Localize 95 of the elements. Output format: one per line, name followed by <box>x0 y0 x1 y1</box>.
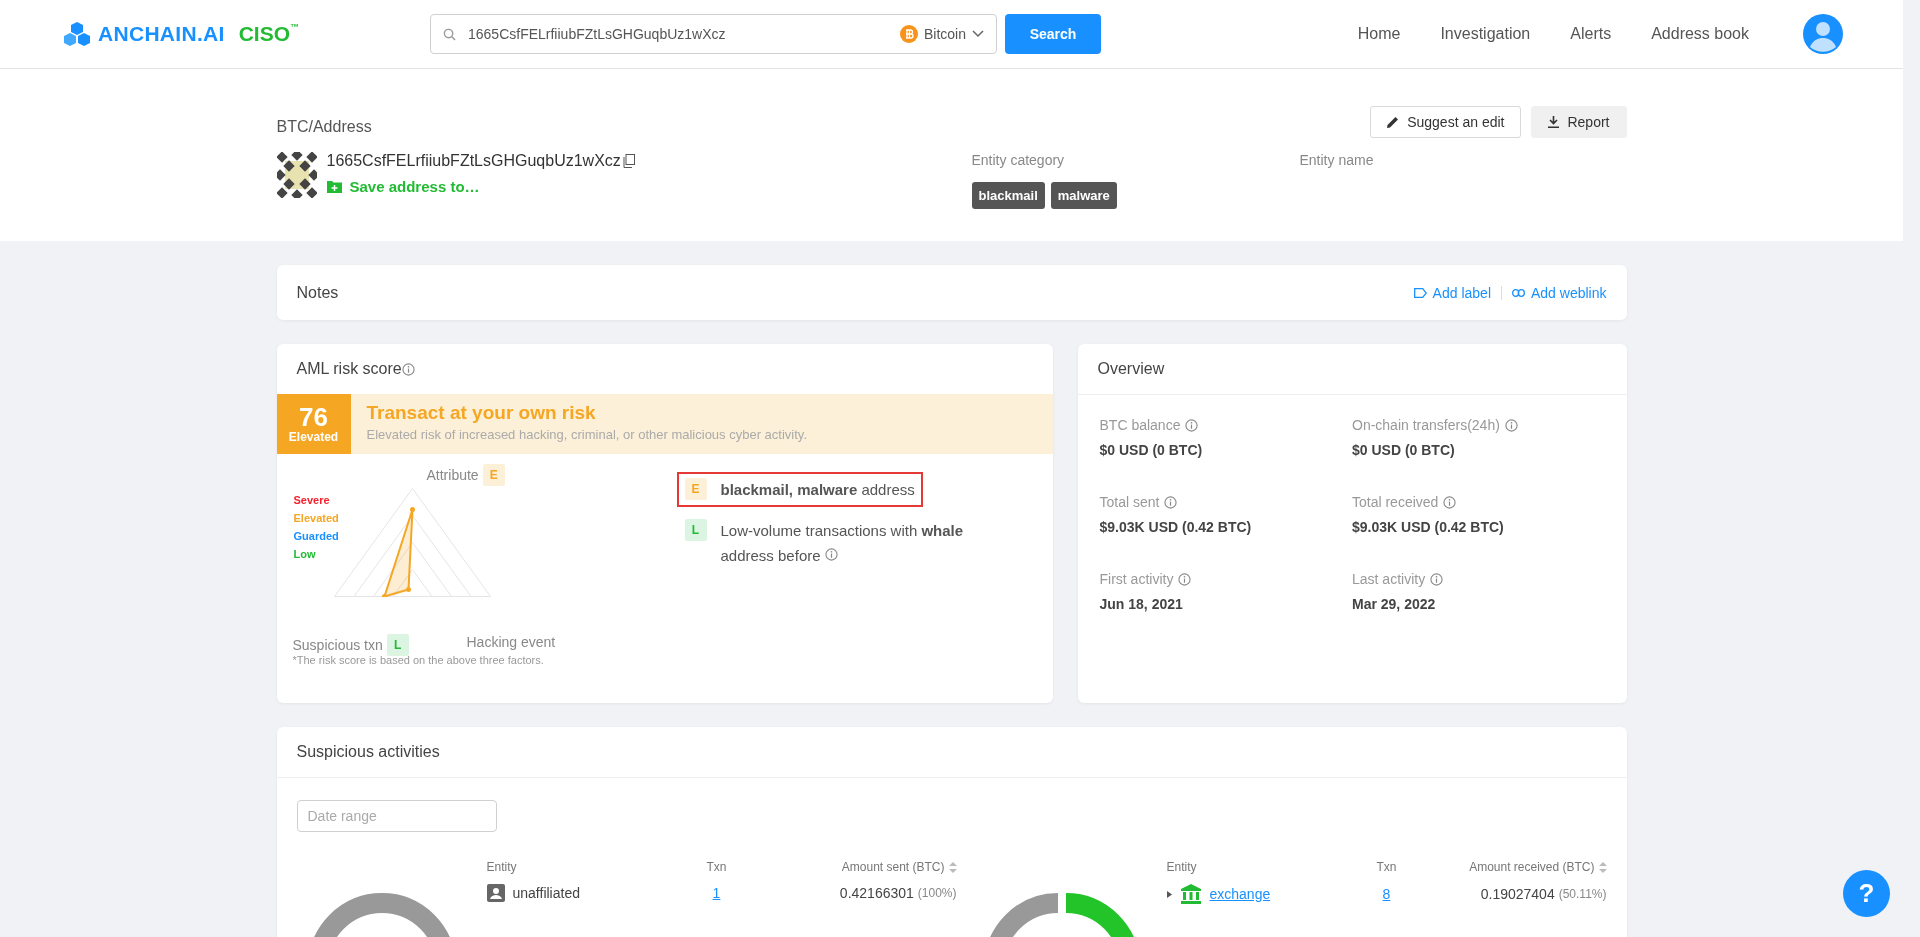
person-icon <box>486 884 505 902</box>
column-header: Entity <box>486 860 518 874</box>
risk-factor-text: Low-volume transactions with whale address before <box>720 521 965 566</box>
search-button[interactable]: Search <box>1005 14 1101 54</box>
stat-label: Total sent <box>1099 494 1160 510</box>
stat-value: $0 USD (0 BTC) <box>1352 442 1456 458</box>
bank-icon <box>1179 884 1202 904</box>
stat-label: On-chain transfers(24h) <box>1352 417 1500 433</box>
field-label: Entity category <box>971 152 1066 168</box>
risk-factor-text: blackmail, malware address <box>720 480 915 500</box>
address-text: 1665CsfFELrfiiubFZtLsGHGuqbUz1wXcz <box>326 152 621 170</box>
add-label-link[interactable]: Add label <box>1413 284 1491 301</box>
nav-link[interactable]: Home <box>1357 25 1401 43</box>
breadcrumb: BTC/Address <box>276 118 372 137</box>
column-header: Entity <box>1166 860 1198 874</box>
column-header: Txn <box>705 860 728 874</box>
cubes-logo-icon <box>62 21 92 47</box>
date-range-field[interactable]: Date range <box>296 800 497 832</box>
user-avatar-icon[interactable] <box>1803 14 1843 54</box>
nav-link[interactable]: Address book <box>1651 25 1749 43</box>
info-icon <box>1178 572 1192 586</box>
info-icon <box>401 362 415 376</box>
search-icon <box>443 27 456 41</box>
download-icon <box>1548 116 1560 128</box>
risk-level-label: Elevated <box>293 512 339 524</box>
info-icon <box>1164 495 1178 509</box>
card-title: Overview <box>1097 360 1165 378</box>
info-icon <box>1430 572 1444 586</box>
nav-link[interactable]: Alerts <box>1570 25 1612 43</box>
info-icon <box>1443 495 1457 509</box>
suggest-edit-button[interactable]: Suggest an edit <box>1370 106 1522 138</box>
chevron-down-icon <box>972 30 984 38</box>
risk-score: 76 <box>299 404 328 430</box>
bitcoin-icon <box>899 25 918 43</box>
stat-label: First activity <box>1099 571 1174 587</box>
expand-arrow-icon[interactable] <box>1166 890 1172 898</box>
entity-name: unaffiliated <box>512 885 580 901</box>
tag-icon <box>1413 287 1427 298</box>
link-icon <box>1512 288 1525 297</box>
save-address-link[interactable]: Save address to… <box>326 178 635 195</box>
card-title: AML risk score <box>296 360 402 378</box>
amount-share: (100%) <box>917 886 957 900</box>
copy-icon[interactable] <box>622 154 635 168</box>
currency-dropdown[interactable]: Bitcoin <box>899 25 984 43</box>
risk-badge: L <box>684 519 707 541</box>
nav-link[interactable]: Investigation <box>1440 25 1531 43</box>
add-weblink-link[interactable]: Add weblink <box>1512 284 1607 301</box>
field-label: Entity name <box>1299 152 1375 168</box>
risk-level-label: Guarded <box>293 530 339 542</box>
risk-description: Elevated risk of increased hacking, criminal, or other malicious cyber activity. <box>366 427 807 442</box>
amount-share: (50.11%) <box>1558 887 1607 901</box>
risk-headline: Transact at your own risk <box>366 402 597 424</box>
risk-level: Elevated <box>288 430 339 444</box>
stat-value: Jun 18, 2021 <box>1099 596 1184 612</box>
stat-value: $9.03K USD (0.42 BTC) <box>1099 519 1253 535</box>
amount-value: 0.42166301 <box>839 885 914 901</box>
column-header: Txn <box>1375 860 1398 874</box>
help-button[interactable]: ? <box>1843 870 1890 917</box>
info-icon <box>824 548 838 561</box>
txn-count-link[interactable]: 1 <box>712 885 721 901</box>
stat-label: Last activity <box>1352 571 1426 587</box>
pencil-icon <box>1387 116 1400 128</box>
risk-level-label: Low <box>293 548 316 560</box>
stat-label: Total received <box>1352 494 1439 510</box>
axis-label: Hacking event <box>466 634 556 650</box>
search-field[interactable]: 1665CsfFELrfiiubFZtLsGHGuqbUz1wXcz Bitcoin <box>430 14 997 54</box>
column-header[interactable]: Amount sent (BTC) <box>746 860 957 874</box>
txn-count-link[interactable]: 8 <box>1382 886 1391 902</box>
risk-level-label: Severe <box>293 494 330 506</box>
axis-label: Attribute <box>426 467 479 483</box>
folder-plus-icon <box>326 180 342 193</box>
column-header[interactable]: Amount received (BTC) <box>1426 860 1607 874</box>
stat-label: BTC balance <box>1099 417 1181 433</box>
product-name: CISO$^{™}$ <box>238 22 299 46</box>
info-icon <box>1504 418 1518 432</box>
brand-logo: ANCHAIN.AI <box>98 22 225 46</box>
risk-badge: E <box>482 464 505 486</box>
card-title: Suspicious activities <box>296 743 440 761</box>
amount-value: 0.19027404 <box>1480 886 1555 902</box>
stat-value: Mar 29, 2022 <box>1352 596 1437 612</box>
entity-link[interactable]: exchange <box>1209 886 1271 902</box>
identicon-icon <box>276 152 317 198</box>
risk-badge: L <box>386 634 409 656</box>
footnote: *The risk score is based on the above three factors. <box>291 654 545 666</box>
sort-icon <box>948 861 957 873</box>
info-icon <box>1185 418 1199 432</box>
axis-label: Suspicious txn <box>292 637 383 653</box>
report-button[interactable]: Report <box>1531 106 1627 138</box>
category-tag: malware <box>1050 182 1117 209</box>
sort-icon <box>1598 861 1607 873</box>
risk-badge: E <box>684 478 707 500</box>
category-tag: blackmail <box>971 182 1045 209</box>
card-title: Notes <box>296 283 339 302</box>
stat-value: $9.03K USD (0.42 BTC) <box>1352 519 1505 535</box>
stat-value: $0 USD (0 BTC) <box>1099 442 1204 458</box>
